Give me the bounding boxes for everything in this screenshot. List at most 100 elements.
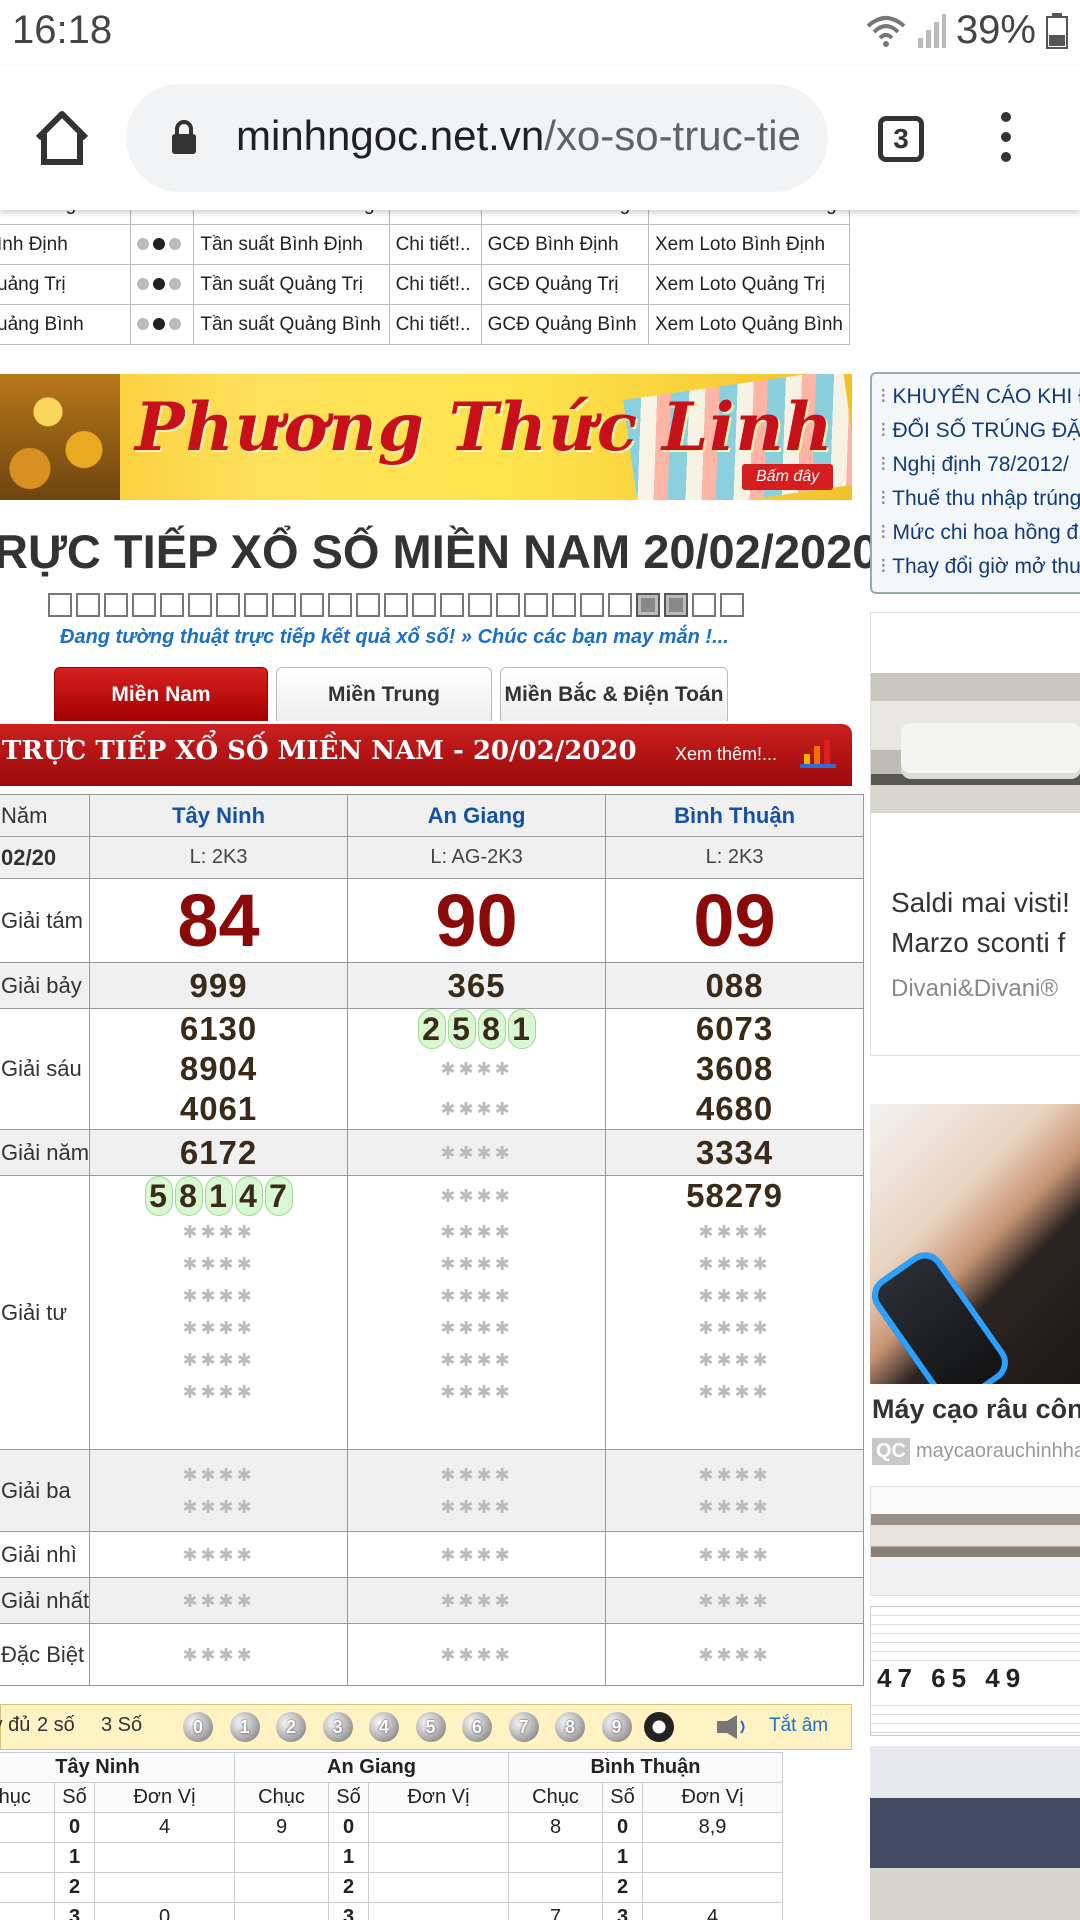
- province-binh-thuan[interactable]: Bình Thuận: [605, 794, 865, 837]
- news-item[interactable]: Thuế thu nhập trúng: [880, 482, 1080, 516]
- yin-yang-icon[interactable]: [644, 1712, 674, 1742]
- loto-so: 1: [54, 1842, 95, 1873]
- tab-switcher-button[interactable]: 3: [878, 116, 924, 162]
- province-an-giang[interactable]: An Giang: [347, 794, 607, 837]
- link-detail[interactable]: Chi tiết!..: [388, 224, 482, 265]
- prize-g6-cell: 2581 ✱✱✱✱ ✱✱✱✱: [347, 1008, 607, 1130]
- link-gcd[interactable]: GCĐ Quảng Trị: [480, 264, 649, 305]
- drawing-digit: 5: [144, 1176, 173, 1216]
- link-province[interactable]: iền Trung: [0, 210, 132, 225]
- ad-product-image[interactable]: [870, 1486, 1080, 1596]
- link-loto[interactable]: Xem Loto Quảng Trị: [647, 264, 851, 305]
- progress-square: [356, 593, 380, 617]
- link-gcd[interactable]: GCĐ Quảng Bình: [480, 304, 649, 345]
- prize-label-g8: Giải tám: [0, 878, 91, 963]
- filter-full[interactable]: Đầy đủ: [0, 1714, 30, 1737]
- pending-number: ✱✱✱✱: [182, 1590, 255, 1611]
- digit-filter-3[interactable]: 3: [322, 1712, 353, 1742]
- link-detail[interactable]: Chi tiết!..: [388, 210, 482, 225]
- link-gcd[interactable]: GCĐ Miền Trung: [480, 210, 649, 225]
- prize-g1-cell: ✱✱✱✱: [89, 1577, 349, 1624]
- tab-mien-bac[interactable]: Miền Bắc & Điện Toán: [500, 667, 728, 721]
- ad-divani[interactable]: Saldi mai visti! Marzo sconti f Divani&D…: [870, 612, 1080, 1056]
- prize-g3-cell: ✱✱✱✱ ✱✱✱✱: [89, 1449, 349, 1532]
- prize-label-g5: Giải năm: [0, 1129, 91, 1176]
- digit-filter-2[interactable]: 2: [276, 1712, 306, 1742]
- col-chuc: Chục: [508, 1782, 603, 1813]
- link-loto[interactable]: Xem Loto Bình Định: [647, 224, 851, 265]
- link-frequency[interactable]: Tần suất Miền Trung: [193, 210, 390, 225]
- mute-toggle[interactable]: Tắt âm: [769, 1715, 828, 1737]
- news-item[interactable]: Mức chi hoa hồng đ: [880, 516, 1080, 550]
- progress-square: [524, 593, 548, 617]
- link-gcd[interactable]: GCĐ Bình Định: [480, 224, 649, 265]
- filter-3-digits[interactable]: 3 Số: [101, 1714, 142, 1737]
- home-icon[interactable]: [32, 108, 92, 168]
- digit-filter-9[interactable]: 9: [601, 1712, 632, 1742]
- loto-so: 2: [328, 1872, 369, 1903]
- drawing-digit: 8: [174, 1176, 203, 1216]
- prize-g6-cell: 6073 3608 4680: [605, 1008, 865, 1130]
- digit-filter-4[interactable]: 4: [369, 1712, 399, 1742]
- status-dots: [130, 264, 195, 305]
- loto-so: 0: [54, 1812, 95, 1843]
- digit-filter-1[interactable]: 1: [229, 1712, 260, 1742]
- link-province[interactable]: uảng Bình: [0, 304, 132, 345]
- pending-number: ✱✱✱✱: [698, 1254, 771, 1274]
- digit-filter-0[interactable]: 0: [183, 1712, 213, 1742]
- prize-g2-cell: ✱✱✱✱: [605, 1531, 865, 1578]
- ad-sofa-image[interactable]: [870, 1746, 1080, 1920]
- province-link-row: ình Định Tần suất Bình Định Chi tiết!.. GCĐ…: [0, 224, 851, 265]
- loto-chuc: [0, 1902, 55, 1920]
- news-item[interactable]: KHUYẾN CÁO KHI Đ: [880, 380, 1080, 414]
- address-bar[interactable]: minhngoc.net.vn/xo-so-truc-tie: [126, 84, 828, 192]
- loto-chuc: 9: [234, 1812, 329, 1843]
- loto-don-vi: 4: [94, 1812, 235, 1843]
- live-notice: Đang tường thuật trực tiếp kết quả xổ số…: [60, 626, 729, 648]
- pending-number: ✱✱✱✱: [440, 1222, 513, 1242]
- link-detail[interactable]: Chi tiết!..: [388, 264, 482, 305]
- progress-square: [664, 593, 688, 617]
- banner-text: Phương Thức Linh Động: [135, 388, 852, 466]
- loto-so: 3: [328, 1902, 369, 1920]
- promo-banner[interactable]: Phương Thức Linh Động Bấm đây: [0, 374, 852, 500]
- link-province[interactable]: ình Định: [0, 224, 132, 265]
- tab-mien-trung[interactable]: Miền Trung: [276, 667, 492, 721]
- progress-square: [608, 593, 632, 617]
- progress-square: [76, 593, 100, 617]
- digit-filter-8[interactable]: 8: [555, 1712, 585, 1742]
- filter-2-digits[interactable]: 2 số: [37, 1714, 75, 1737]
- link-detail[interactable]: Chi tiết!..: [388, 304, 482, 345]
- pending-number: ✱✱✱✱: [698, 1350, 771, 1370]
- bar-chart-icon[interactable]: [800, 740, 836, 768]
- digit-filter-7[interactable]: 7: [508, 1712, 539, 1742]
- pending-number: ✱✱✱✱: [182, 1644, 255, 1665]
- see-more-link[interactable]: Xem thêm!...: [675, 744, 777, 765]
- ad-shaver-image[interactable]: [870, 1104, 1080, 1384]
- news-item[interactable]: ĐỔI SỐ TRÚNG ĐẶC: [880, 414, 1080, 448]
- url-domain: minhngoc.net.vn: [236, 112, 545, 159]
- news-item[interactable]: Thay đổi giờ mở thư: [880, 550, 1080, 584]
- prize-label-g3: Giải ba: [0, 1449, 91, 1532]
- pending-number: ✱✱✱✱: [440, 1254, 513, 1274]
- speaker-icon[interactable]: [717, 1715, 747, 1739]
- digit-filter-6[interactable]: 6: [462, 1712, 492, 1742]
- digit-filter-5[interactable]: 5: [415, 1712, 446, 1742]
- link-loto[interactable]: Xem Loto Miền Trung: [647, 210, 851, 225]
- link-frequency[interactable]: Tần suất Bình Định: [193, 224, 390, 265]
- tab-mien-nam[interactable]: Miền Nam: [54, 667, 268, 721]
- link-loto[interactable]: Xem Loto Quảng Bình: [647, 304, 851, 345]
- progress-square: [720, 593, 744, 617]
- link-frequency[interactable]: Tần suất Quảng Bình: [193, 304, 390, 345]
- link-frequency[interactable]: Tần suất Quảng Trị: [193, 264, 390, 305]
- overflow-menu-icon[interactable]: [996, 112, 1016, 168]
- province-tay-ninh[interactable]: Tây Ninh: [89, 794, 349, 837]
- link-province[interactable]: uảng Trị: [0, 264, 132, 305]
- prize-g3-cell: ✱✱✱✱ ✱✱✱✱: [605, 1449, 865, 1532]
- ad-shaver-title[interactable]: Máy cạo râu côn: [872, 1394, 1080, 1425]
- banner-cta[interactable]: Bấm đây: [742, 464, 834, 490]
- news-item[interactable]: Nghị định 78/2012/: [880, 448, 1080, 482]
- progress-square: [692, 593, 716, 617]
- ticket-code: L: 2K3: [89, 836, 349, 879]
- ad-lottery-sheet[interactable]: 47 65 49: [870, 1606, 1080, 1736]
